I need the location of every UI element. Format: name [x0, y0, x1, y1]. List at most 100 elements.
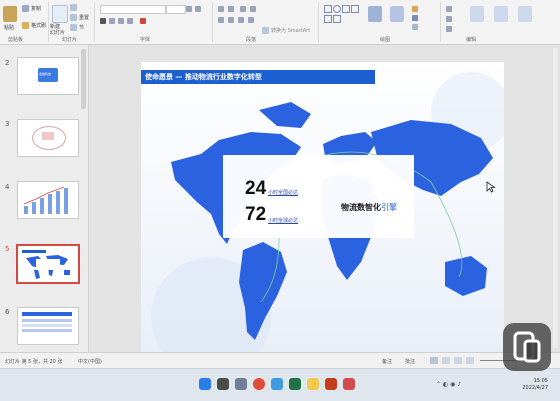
- thumbnail-graphic: [23, 186, 68, 214]
- thumbnail-graphic: [22, 319, 72, 322]
- stats-textbox[interactable]: 24 小时全国必达 72 小时全球必达 物流数智化引擎: [223, 155, 414, 238]
- file-explorer-icon[interactable]: [307, 378, 319, 390]
- comments-button[interactable]: 批注: [405, 358, 415, 365]
- current-slide[interactable]: 使命愿景 — 推动物流行业数字化转型 24 小时全国必达 72 小时全球必达 物…: [141, 62, 504, 367]
- stat-72-caption: 小时全球必达: [268, 218, 299, 224]
- slide-editing-canvas: 使命愿景 — 推动物流行业数字化转型 24 小时全国必达 72 小时全球必达 物…: [89, 45, 560, 367]
- thumbnail-graphic: [22, 312, 72, 316]
- decrease-indent-icon[interactable]: [240, 6, 246, 12]
- chrome-icon[interactable]: [253, 378, 265, 390]
- thumbnail-scrollbar[interactable]: [81, 49, 86, 109]
- font-size-box[interactable]: [166, 5, 186, 14]
- start-icon[interactable]: [199, 378, 211, 390]
- edge-icon[interactable]: [271, 378, 283, 390]
- tray-icons[interactable]: ⌃ ◐ ◉ ♪: [436, 381, 461, 388]
- slide-thumbnail-5-selected[interactable]: [16, 244, 80, 284]
- normal-view-icon[interactable]: [430, 357, 438, 364]
- reading-view-icon[interactable]: [454, 357, 462, 364]
- copy-button[interactable]: 复制: [22, 5, 41, 12]
- excel-icon[interactable]: [289, 378, 301, 390]
- find-icon[interactable]: [446, 6, 452, 12]
- slide-count-text: 幻灯片 第 5 张，共 20 张: [5, 359, 63, 365]
- addins-icon[interactable]: [518, 6, 532, 22]
- ribbon-divider: [440, 2, 441, 42]
- strikethrough-icon[interactable]: [127, 18, 133, 24]
- slideshow-icon[interactable]: [466, 357, 474, 364]
- justify-icon[interactable]: [248, 17, 254, 23]
- copy-icon: [22, 5, 29, 12]
- layout-icon: [70, 4, 77, 11]
- clock[interactable]: 15:05 2022/4/27: [522, 378, 548, 392]
- dictate-icon[interactable]: [494, 6, 508, 22]
- slides-group-label: 幻灯片: [62, 37, 78, 43]
- slide-thumbnail-3[interactable]: [17, 119, 79, 157]
- thumbnail-number: 2: [5, 59, 10, 67]
- font-group-label: 字体: [140, 37, 151, 43]
- section-button[interactable]: 节: [70, 24, 84, 31]
- shape-effects-icon[interactable]: [412, 24, 418, 30]
- align-left-icon[interactable]: [218, 17, 224, 23]
- paste-button[interactable]: 粘贴: [4, 24, 14, 31]
- new-slide-icon[interactable]: [52, 5, 68, 23]
- windows-taskbar: ⌃ ◐ ◉ ♪ 15:05 2022/4/27: [0, 368, 560, 401]
- shape-rectangle-icon[interactable]: [324, 5, 332, 13]
- thumbnail-graphic: [22, 329, 72, 332]
- shape-outline-icon[interactable]: [412, 15, 418, 21]
- slide-sorter-icon[interactable]: [442, 357, 450, 364]
- ribbon: 粘贴 复制 格式刷 剪贴板 新建 幻灯片 重置 节 幻灯片 字体 转换为 Sma…: [0, 0, 560, 45]
- shrink-font-icon[interactable]: [195, 6, 201, 12]
- font-name-box[interactable]: [100, 5, 166, 14]
- bullets-icon[interactable]: [218, 6, 224, 12]
- thumbnail-number: 5: [5, 245, 10, 253]
- shape-fill-icon[interactable]: [412, 6, 418, 12]
- task-view-icon[interactable]: [235, 378, 247, 390]
- slide-thumbnail-2[interactable]: 金融科技: [17, 57, 79, 95]
- slide-thumbnail-pane: 2 金融科技 3 4 5 6: [0, 45, 89, 352]
- shape-triangle-icon[interactable]: [324, 15, 332, 23]
- thumbnail-graphic: [22, 324, 72, 327]
- align-right-icon[interactable]: [238, 17, 244, 23]
- replace-icon[interactable]: [446, 16, 452, 22]
- select-icon[interactable]: [446, 26, 452, 32]
- convert-smartart-button[interactable]: 转换为 SmartArt: [262, 27, 310, 34]
- thumbnail-number: 3: [5, 120, 10, 128]
- align-center-icon[interactable]: [228, 17, 234, 23]
- thumbnail-number: 4: [5, 183, 10, 191]
- quick-styles-icon[interactable]: [390, 6, 404, 22]
- arrange-icon[interactable]: [368, 6, 382, 22]
- increase-indent-icon[interactable]: [250, 6, 256, 12]
- canvas-scrollbar[interactable]: [553, 48, 558, 348]
- underline-icon[interactable]: [118, 18, 124, 24]
- shape-line-icon[interactable]: [351, 5, 359, 13]
- notes-button[interactable]: 备注: [382, 358, 392, 365]
- ribbon-divider: [318, 2, 319, 42]
- search-icon[interactable]: [217, 378, 229, 390]
- reset-button[interactable]: 重置: [70, 14, 89, 21]
- grow-font-icon[interactable]: [186, 6, 192, 12]
- font-color-icon[interactable]: [140, 18, 146, 24]
- slide-thumbnail-4[interactable]: [17, 181, 79, 219]
- reset-icon: [70, 14, 77, 21]
- slide-thumbnail-6[interactable]: [17, 307, 79, 345]
- stat-24-number: 24: [245, 178, 267, 199]
- layout-button[interactable]: [70, 4, 77, 11]
- shape-arrow-icon[interactable]: [342, 5, 350, 13]
- app-icon[interactable]: [343, 378, 355, 390]
- italic-icon[interactable]: [109, 18, 115, 24]
- language-indicator[interactable]: 中文(中国): [78, 358, 102, 365]
- design-ideas-icon[interactable]: [470, 6, 484, 22]
- shape-star-icon[interactable]: [333, 15, 341, 23]
- new-slide-button[interactable]: 新建 幻灯片: [50, 24, 65, 36]
- shape-oval-icon[interactable]: [333, 5, 341, 13]
- ribbon-divider: [94, 2, 95, 42]
- slide-title[interactable]: 使命愿景 — 推动物流行业数字化转型: [141, 70, 375, 84]
- section-icon: [70, 24, 77, 31]
- thumbnail-graphic: [42, 132, 54, 140]
- paste-icon[interactable]: [3, 6, 17, 22]
- powerpoint-icon[interactable]: [325, 378, 337, 390]
- numbering-icon[interactable]: [228, 6, 234, 12]
- stat-72-number: 72: [245, 204, 267, 225]
- bold-icon[interactable]: [100, 18, 106, 24]
- format-painter-button[interactable]: 格式刷: [22, 22, 46, 29]
- thumbnail-graphic: [26, 255, 70, 279]
